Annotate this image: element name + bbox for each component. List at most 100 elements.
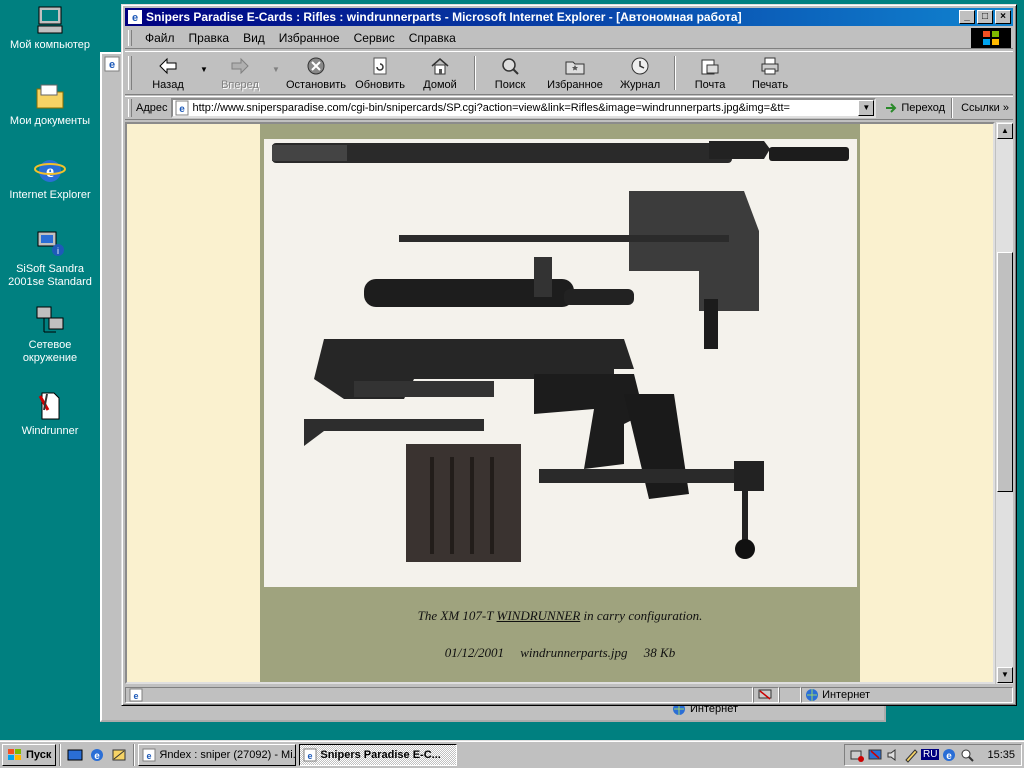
links-button[interactable]: Ссылки » bbox=[952, 98, 1013, 118]
links-more-icon: » bbox=[1002, 102, 1009, 114]
svg-text:e: e bbox=[947, 751, 953, 762]
status-zone: Интернет bbox=[801, 687, 1013, 703]
back-dropdown[interactable]: ▼ bbox=[198, 52, 210, 94]
pen-tray-icon[interactable] bbox=[903, 747, 919, 763]
minimize-button[interactable]: _ bbox=[959, 10, 975, 24]
status-zone-text: Интернет bbox=[822, 689, 871, 701]
ie-title-icon: e bbox=[128, 10, 142, 24]
address-url[interactable]: http://www.snipersparadise.com/cgi-bin/s… bbox=[193, 102, 859, 114]
quicklaunch-desktop[interactable] bbox=[64, 744, 86, 766]
status-bar: e Интернет bbox=[125, 686, 1013, 704]
vertical-scrollbar[interactable]: ▲ ▼ bbox=[995, 122, 1013, 684]
menu-tools[interactable]: Сервис bbox=[347, 29, 402, 47]
svg-text:i: i bbox=[57, 246, 59, 256]
desktop-icon-label: SiSoft Sandra 2001se Standard bbox=[8, 263, 92, 288]
network-icon bbox=[36, 306, 64, 333]
language-indicator[interactable]: RU bbox=[921, 749, 940, 760]
ie-page-icon: e bbox=[303, 748, 317, 761]
rifle-parts-image bbox=[272, 141, 849, 562]
taskbar: Пуск e e Яndex : sniper (27092) - Mi... … bbox=[0, 740, 1024, 768]
photo-info: 01/12/2001 windrunnerparts.jpg 38 Kb bbox=[260, 645, 860, 661]
caption-suffix: in carry configuration. bbox=[580, 608, 703, 623]
quicklaunch-ie[interactable]: e bbox=[86, 744, 108, 766]
menu-help[interactable]: Справка bbox=[402, 29, 463, 47]
back-arrow-icon bbox=[159, 57, 177, 75]
ie-tray-icon[interactable]: e bbox=[941, 747, 957, 763]
menu-file[interactable]: Файл bbox=[138, 29, 182, 47]
scroll-down-button[interactable]: ▼ bbox=[997, 667, 1013, 683]
desktop-icon-my-documents[interactable]: Мои документы bbox=[0, 80, 100, 128]
svg-text:e: e bbox=[308, 751, 313, 761]
quicklaunch-outlook[interactable] bbox=[108, 744, 130, 766]
address-label: Адрес bbox=[136, 102, 168, 114]
back-button[interactable]: Назад bbox=[138, 52, 198, 94]
stop-button[interactable]: Остановить bbox=[282, 52, 350, 94]
caption-prefix: The XM 107-T bbox=[417, 608, 497, 623]
magnifier-tray-icon[interactable] bbox=[959, 747, 975, 763]
close-button[interactable]: × bbox=[995, 10, 1011, 24]
desktop-icon-label: Windrunner bbox=[21, 425, 79, 437]
network-tray-icon[interactable] bbox=[849, 747, 865, 763]
desktop-icon-label: Мои документы bbox=[9, 115, 91, 127]
browser-window[interactable]: e Snipers Paradise E-Cards : Rifles : wi… bbox=[121, 4, 1017, 706]
folder-icon bbox=[36, 84, 64, 109]
history-button[interactable]: Журнал bbox=[610, 52, 670, 94]
scroll-up-button[interactable]: ▲ bbox=[997, 123, 1013, 139]
home-button[interactable]: Домой bbox=[410, 52, 470, 94]
favorites-icon bbox=[565, 61, 585, 75]
print-button[interactable]: Печать bbox=[740, 52, 800, 94]
svg-text:e: e bbox=[132, 12, 138, 24]
refresh-label: Обновить bbox=[355, 79, 405, 91]
task-yandex[interactable]: e Яndex : sniper (27092) - Mi... bbox=[138, 743, 297, 766]
system-tray: RU e 15:35 bbox=[844, 743, 1022, 766]
svg-text:e: e bbox=[133, 691, 138, 701]
monitor-tray-icon[interactable] bbox=[867, 747, 883, 763]
sandra-icon: i bbox=[37, 231, 64, 256]
task-label: Яndex : sniper (27092) - Mi... bbox=[159, 748, 297, 761]
refresh-button[interactable]: Обновить bbox=[350, 52, 410, 94]
search-icon bbox=[502, 58, 519, 75]
desktop-icon-sisoft-sandra[interactable]: i SiSoft Sandra 2001se Standard bbox=[0, 228, 100, 289]
address-dropdown-button[interactable]: ▼ bbox=[858, 100, 875, 116]
menubar-grip[interactable] bbox=[128, 29, 132, 46]
home-label: Домой bbox=[423, 79, 457, 91]
photo-date: 01/12/2001 bbox=[444, 645, 505, 660]
history-icon bbox=[631, 57, 649, 75]
ie-page-icon: e bbox=[104, 56, 122, 74]
globe-icon bbox=[806, 689, 818, 701]
desktop-icon-my-computer[interactable]: Мой компьютер bbox=[0, 4, 100, 52]
print-label: Печать bbox=[752, 79, 789, 91]
maximize-button[interactable]: □ bbox=[977, 10, 993, 24]
page-content[interactable]: The XM 107-T WINDRUNNER in carry configu… bbox=[125, 122, 995, 684]
links-label: Ссылки bbox=[961, 102, 1000, 114]
toolbar-separator bbox=[674, 56, 677, 90]
task-snipers-paradise[interactable]: e Snipers Paradise E-C... bbox=[299, 743, 458, 766]
favorites-button[interactable]: Избранное bbox=[540, 52, 610, 94]
start-button[interactable]: Пуск bbox=[2, 743, 57, 766]
windows-logo-icon bbox=[971, 28, 1011, 48]
address-field[interactable]: e http://www.snipersparadise.com/cgi-bin… bbox=[170, 98, 877, 118]
desktop-icon-network[interactable]: Сетевое окружение bbox=[0, 304, 100, 365]
title-bar[interactable]: e Snipers Paradise E-Cards : Rifles : wi… bbox=[125, 8, 1013, 26]
menu-edit[interactable]: Правка bbox=[182, 29, 237, 47]
desktop-icon-windrunner[interactable]: Windrunner bbox=[0, 390, 100, 438]
desktop-icon-internet-explorer[interactable]: e Internet Explorer bbox=[0, 154, 100, 202]
svg-text:e: e bbox=[147, 751, 152, 761]
addressbar-grip[interactable] bbox=[128, 99, 132, 117]
toolbar-grip[interactable] bbox=[128, 56, 132, 90]
menu-bar: Файл Правка Вид Избранное Сервис Справка bbox=[125, 27, 1013, 49]
menu-view[interactable]: Вид bbox=[236, 29, 272, 47]
scroll-thumb[interactable] bbox=[997, 252, 1013, 492]
menu-favorites[interactable]: Избранное bbox=[272, 29, 347, 47]
forward-dropdown[interactable]: ▼ bbox=[270, 52, 282, 94]
mail-label: Почта bbox=[694, 79, 726, 91]
search-button[interactable]: Поиск bbox=[480, 52, 540, 94]
go-button[interactable]: Переход bbox=[876, 98, 953, 118]
volume-icon[interactable] bbox=[885, 747, 901, 763]
windrunner-link[interactable]: WINDRUNNER bbox=[497, 608, 581, 623]
clock[interactable]: 15:35 bbox=[987, 749, 1015, 761]
forward-button[interactable]: Вперед bbox=[210, 52, 270, 94]
mail-button[interactable]: Почта bbox=[680, 52, 740, 94]
computer-icon bbox=[37, 6, 63, 34]
stop-icon bbox=[307, 57, 325, 75]
